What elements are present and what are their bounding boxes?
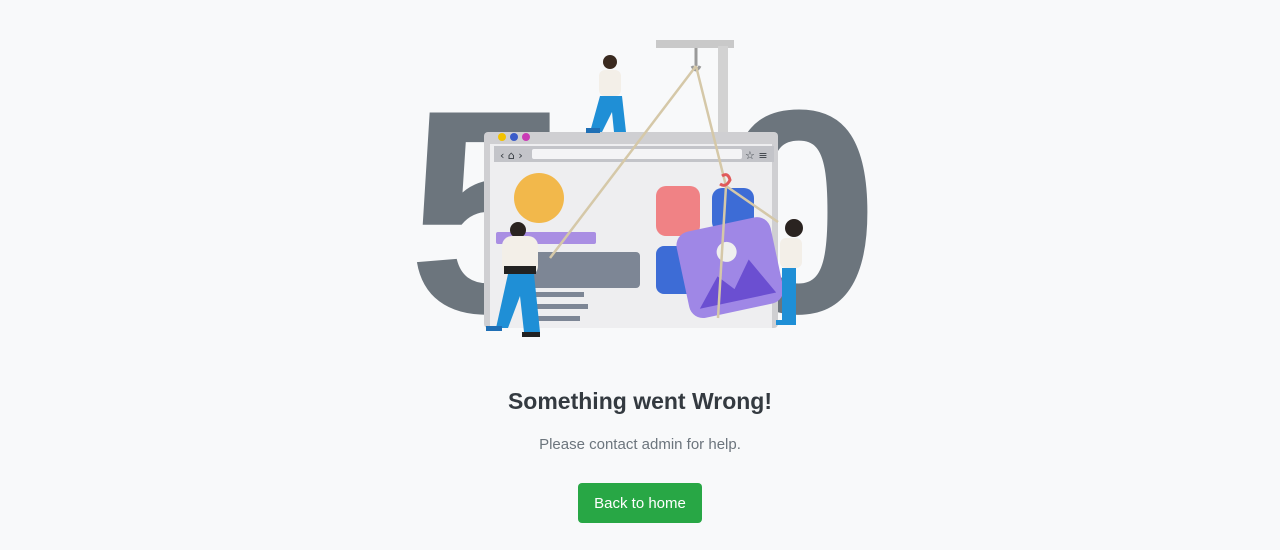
svg-text:‹ ⌂ ›: ‹ ⌂ ›	[500, 149, 523, 162]
error-title: Something went Wrong!	[507, 388, 773, 414]
error-message: Please contact admin for help.	[539, 436, 741, 453]
worker-kneeling-icon	[586, 55, 626, 133]
svg-text:☆ ≡: ☆ ≡	[745, 149, 768, 162]
illustration-svg: 5 0 ‹ ⌂ › ☆ ≡	[408, 40, 879, 346]
crane-icon	[656, 40, 734, 136]
error-illustration: 5 0 ‹ ⌂ › ☆ ≡	[400, 36, 890, 346]
back-to-home-button[interactable]: Back to home	[578, 483, 702, 523]
error-page: 5 0 ‹ ⌂ › ☆ ≡	[0, 0, 1280, 550]
